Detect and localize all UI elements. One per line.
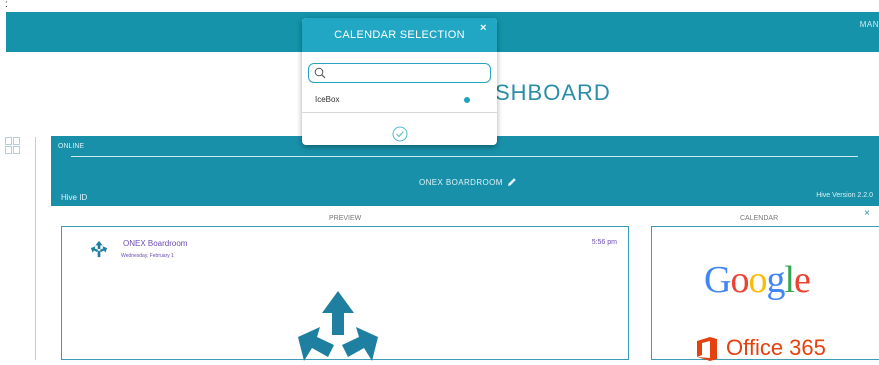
onex-large-logo-icon — [298, 291, 378, 361]
check-circle-icon[interactable] — [392, 126, 408, 142]
page-title: SHBOARD — [495, 80, 611, 105]
close-icon[interactable]: × — [864, 208, 870, 219]
office365-label: Office 365 — [726, 335, 826, 360]
preview-label: PREVIEW — [329, 215, 362, 222]
calendar-option-icebox[interactable]: IceBox — [302, 92, 497, 112]
office-icon — [697, 337, 717, 361]
modal-divider — [302, 112, 497, 113]
calendar-label: CALENDAR — [740, 215, 779, 222]
preview-time: 5:56 pm — [591, 239, 617, 246]
hive-id-label: Hive ID — [61, 193, 88, 202]
status-badge: ONLINE — [58, 143, 85, 150]
header-menu-label[interactable]: MAN — [860, 20, 879, 29]
hive-card-body: × PREVIEW CALENDAR ONEX Boardroom Wednes… — [51, 206, 879, 361]
grid-icon[interactable] — [5, 137, 21, 157]
pencil-icon[interactable] — [507, 177, 517, 187]
selected-indicator — [464, 97, 470, 103]
calendar-option-label: IceBox — [315, 95, 340, 104]
calendar-search-field[interactable] — [308, 63, 491, 83]
google-logo-text: Google — [704, 259, 811, 301]
modal-close-icon[interactable]: × — [480, 22, 486, 34]
top-mark: : — [5, 0, 8, 10]
google-calendar-option[interactable]: Google — [704, 258, 811, 302]
onex-logo-icon — [90, 240, 108, 258]
preview-panel: ONEX Boardroom Wednesday, February 1 5:5… — [61, 226, 629, 361]
modal-title: CALENDAR SELECTION — [334, 29, 465, 41]
hive-version: Hive Version 2.2.0 — [816, 192, 873, 199]
top-strip: : — [0, 0, 879, 12]
room-title: ONEX BOARDROOM — [419, 178, 503, 187]
sidebar-divider — [35, 137, 36, 360]
preview-room-name: ONEX Boardroom — [123, 239, 188, 248]
search-input[interactable] — [329, 65, 491, 81]
preview-date: Wednesday, February 1 — [121, 253, 174, 259]
calendar-panel: Google Office 365 — [651, 226, 879, 361]
calendar-selection-modal: CALENDAR SELECTION × IceBox — [302, 18, 497, 145]
office365-calendar-option[interactable]: Office 365 — [695, 335, 845, 365]
status-divider — [71, 156, 858, 157]
search-icon — [314, 67, 326, 79]
hive-card: ONLINE ONEX BOARDROOM Hive ID Hive Versi… — [51, 136, 879, 361]
modal-header: CALENDAR SELECTION × — [302, 18, 497, 52]
